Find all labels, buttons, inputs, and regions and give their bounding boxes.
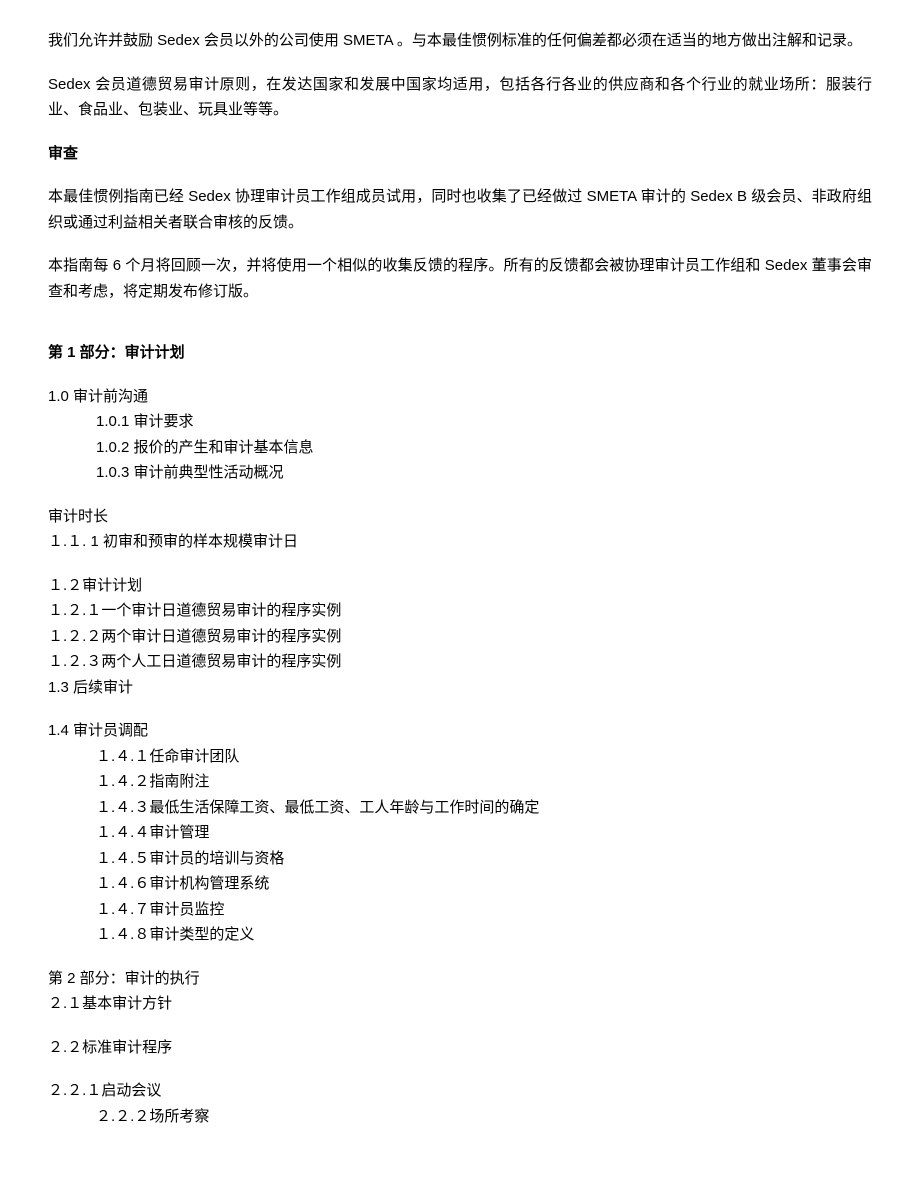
toc-item-1-1-1: １.１. 1 初审和预审的样本规模审计日 [48,529,872,555]
toc-item-1-2-3: １.２.３两个人工日道德贸易审计的程序实例 [48,649,872,675]
toc-item-1-4-7: １.４.７审计员监控 [48,897,872,923]
toc-item-1-0-2: 1.0.2 报价的产生和审计基本信息 [48,435,872,461]
toc-item-2-1: ２.１基本审计方针 [48,991,872,1017]
toc-item-1-4-6: １.４.６审计机构管理系统 [48,871,872,897]
toc-item-1-4-1: １.４.１任命审计团队 [48,744,872,770]
paragraph-review-1: 本最佳惯例指南已经 Sedex 协理审计员工作组成员试用，同时也收集了已经做过 … [48,184,872,235]
toc-duration-heading: 审计时长 [48,504,872,530]
paragraph-review-2: 本指南每 6 个月将回顾一次，并将使用一个相似的收集反馈的程序。所有的反馈都会被… [48,253,872,304]
toc-item-1-4: 1.4 审计员调配 [48,718,872,744]
paragraph-intro-1: 我们允许并鼓励 Sedex 会员以外的公司使用 SMETA 。与本最佳惯例标准的… [48,28,872,54]
toc-item-2-2: ２.２标准审计程序 [48,1035,872,1061]
toc-item-1-2-2: １.２.２两个审计日道德贸易审计的程序实例 [48,624,872,650]
toc-item-1-3: 1.3 后续审计 [48,675,872,701]
paragraph-intro-2: Sedex 会员道德贸易审计原则，在发达国家和发展中国家均适用，包括各行各业的供… [48,72,872,123]
toc-item-2-2-2: ２.２.２场所考察 [48,1104,872,1130]
toc-item-1-0: 1.0 审计前沟通 [48,384,872,410]
toc-item-1-4-4: １.４.４审计管理 [48,820,872,846]
part2-heading: 第 2 部分：审计的执行 [48,966,872,992]
part1-heading: 第 1 部分：审计计划 [48,340,872,366]
toc-item-1-0-3: 1.0.3 审计前典型性活动概况 [48,460,872,486]
toc-item-1-4-5: １.４.５审计员的培训与资格 [48,846,872,872]
toc-item-1-2: １.２审计计划 [48,573,872,599]
toc-item-1-2-1: １.２.１一个审计日道德贸易审计的程序实例 [48,598,872,624]
toc-item-1-4-2: １.４.２指南附注 [48,769,872,795]
toc-item-2-2-1: ２.２.１启动会议 [48,1078,872,1104]
heading-review: 审查 [48,141,872,167]
toc-item-1-0-1: 1.0.1 审计要求 [48,409,872,435]
toc-item-1-4-8: １.４.８审计类型的定义 [48,922,872,948]
toc-item-1-4-3: １.４.３最低生活保障工资、最低工资、工人年龄与工作时间的确定 [48,795,872,821]
